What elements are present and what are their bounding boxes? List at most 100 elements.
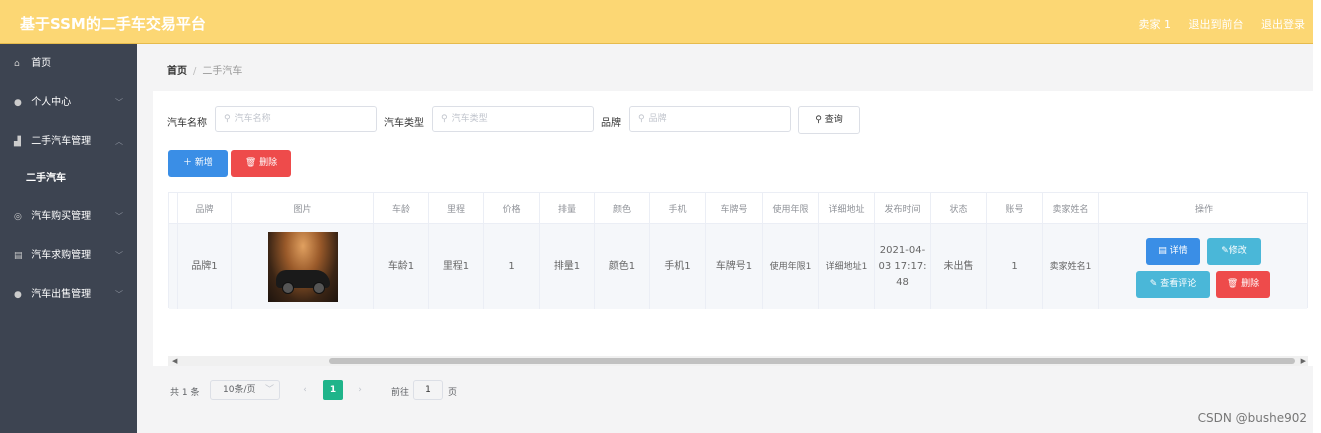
cell-price: 1 [484,224,540,309]
header-cell: 品牌 [178,193,232,223]
breadcrumb-home[interactable]: 首页 [167,66,187,77]
header-cell: 排量 [540,193,595,223]
header-cell: 状态 [931,193,987,223]
goto-page-input[interactable]: 1 [413,380,443,400]
car-wheel [281,281,294,294]
watermark: CSDN @bushe902 [1197,411,1307,425]
chevron-down-icon: ﹀ [115,212,123,221]
doc-icon: ▤ [1158,246,1170,256]
pagination: 共 1 条 10条/页 ﹀ ‹ 1 › 前往 1 页 [168,380,768,400]
cell-seller: 卖家姓名1 [1043,224,1099,309]
car-name-placeholder: 汽车名称 [234,114,271,124]
back-to-front-link[interactable]: 退出到前台 [1189,18,1244,31]
edit-icon: ✎ [1149,279,1161,289]
search-icon: ⚲ [638,114,645,124]
query-button-label: 查询 [824,115,843,125]
page-size-select[interactable]: 10条/页 ﹀ [210,380,280,400]
car-thumbnail[interactable] [267,231,338,302]
table-header: 品牌 图片 车龄 里程 价格 排量 颜色 手机 车牌号 使用年限 详细地址 发布… [169,193,1307,224]
goto-label: 前往 [391,388,410,398]
header-cell: 里程 [429,193,484,223]
add-button[interactable]: ＋ 新增 [168,150,228,177]
edit-button-label: 修改 [1228,246,1247,256]
sidebar-item-label: 汽车购买管理 [31,211,92,222]
home-icon: ⌂ [14,59,20,69]
row-delete-button[interactable]: 🗑 删除 [1216,271,1270,298]
car-type-input[interactable]: ⚲ 汽车类型 [432,106,594,132]
edit-button[interactable]: ✎修改 [1207,238,1261,265]
sidebar-item-label: 汽车求购管理 [31,250,92,261]
current-user: 卖家 1 [1138,18,1172,31]
chevron-down-icon: ﹀ [115,251,123,260]
chevron-up-icon: ︿ [115,137,123,146]
prev-page-button[interactable]: ‹ [295,380,315,400]
sidebar-item-home[interactable]: ⌂ 首页 [0,44,137,83]
cell-publish-time: 2021-04-03 17:17:48 [875,224,931,309]
app-title: 基于SSM的二手车交易平台 [20,15,206,33]
sidebar-item-personal[interactable]: ● 个人中心 ﹀ [0,83,137,122]
header-cell: 图片 [232,193,374,223]
header-checkbox-col [169,193,178,223]
pagination-total: 共 1 条 [170,388,200,398]
plus-icon: ＋ [183,158,195,168]
delete-button-label: 删除 [259,158,278,168]
sidebar-item-label: 二手汽车 [26,173,66,184]
view-comments-button[interactable]: ✎ 查看评论 [1136,271,1210,298]
main-content: 首页 / 二手汽车 汽车名称 ⚲ 汽车名称 汽车类型 ⚲ 汽车类型 品牌 ⚲ 品牌 ⚲ 查… [137,44,1313,433]
trash-icon: 🗑 [244,158,260,168]
cell-image [232,224,374,309]
horizontal-scrollbar[interactable]: ◀ ▶ [168,356,1308,366]
cell-years: 使用年限1 [763,224,819,309]
header-right: 卖家 1 退出到前台 退出登录 [1125,16,1306,32]
car-table: 品牌 图片 车龄 里程 价格 排量 颜色 手机 车牌号 使用年限 详细地址 发布… [168,192,1309,309]
brand-label: 品牌 [601,118,621,129]
page-number-current[interactable]: 1 [323,380,343,400]
brand-placeholder: 品牌 [648,114,667,124]
sidebar-item-purchase[interactable]: ◎ 汽车购买管理 ﹀ [0,197,137,236]
query-button[interactable]: ⚲ 查询 [798,106,860,134]
sidebar-item-wanted[interactable]: ▤ 汽车求购管理 ﹀ [0,236,137,275]
header-cell: 车龄 [374,193,429,223]
compass-icon: ◎ [14,212,22,222]
row-checkbox-cell[interactable] [169,224,178,309]
chevron-down-icon: ﹀ [264,385,274,395]
sidebar-item-car-management[interactable]: ▟ 二手汽车管理 ︿ [0,122,137,161]
goto-unit: 页 [448,388,458,398]
view-comments-label: 查看评论 [1160,279,1197,289]
next-page-button[interactable]: › [350,380,370,400]
sidebar-item-sale[interactable]: ● 汽车出售管理 ﹀ [0,275,137,314]
sidebar-item-label: 个人中心 [31,97,72,108]
header-cell: 发布时间 [875,193,931,223]
detail-button[interactable]: ▤ 详情 [1146,238,1200,265]
page-size-value: 10条/页 [223,385,256,395]
cell-account: 1 [987,224,1043,309]
scrollbar-thumb[interactable] [329,358,1295,364]
cell-brand: 品牌1 [178,224,232,309]
scroll-left-arrow-icon[interactable]: ◀ [172,356,177,366]
cell-phone: 手机1 [650,224,706,309]
cell-operations: ▤ 详情 ✎修改 ✎ 查看评论 🗑 删除 [1099,224,1309,309]
scroll-right-arrow-icon[interactable]: ▶ [1301,356,1306,366]
logout-link[interactable]: 退出登录 [1261,18,1305,31]
add-button-label: 新增 [194,158,213,168]
breadcrumb-separator: / [193,66,197,77]
car-wheel [312,281,325,294]
car-name-input[interactable]: ⚲ 汽车名称 [215,106,377,132]
header-cell: 颜色 [595,193,650,223]
header-cell: 详细地址 [819,193,875,223]
cell-status: 未出售 [931,224,987,309]
cell-color: 颜色1 [595,224,650,309]
cell-displacement: 排量1 [540,224,595,309]
brand-input[interactable]: ⚲ 品牌 [629,106,791,132]
sidebar-subitem-used-car[interactable]: 二手汽车 [0,161,137,197]
user-icon: ● [14,290,22,300]
header-cell: 操作 [1194,204,1213,215]
cell-age: 车龄1 [374,224,429,309]
header-cell: 车牌号 [706,193,763,223]
car-icon: ▟ [14,137,21,147]
car-name-label: 汽车名称 [167,118,207,129]
row-delete-label: 删除 [1241,279,1260,289]
top-header: 基于SSM的二手车交易平台 卖家 1 退出到前台 退出登录 [0,0,1313,44]
content-panel: 汽车名称 ⚲ 汽车名称 汽车类型 ⚲ 汽车类型 品牌 ⚲ 品牌 ⚲ 查询 ＋ 新增 🗑… [153,91,1313,400]
batch-delete-button[interactable]: 🗑 删除 [231,150,291,177]
